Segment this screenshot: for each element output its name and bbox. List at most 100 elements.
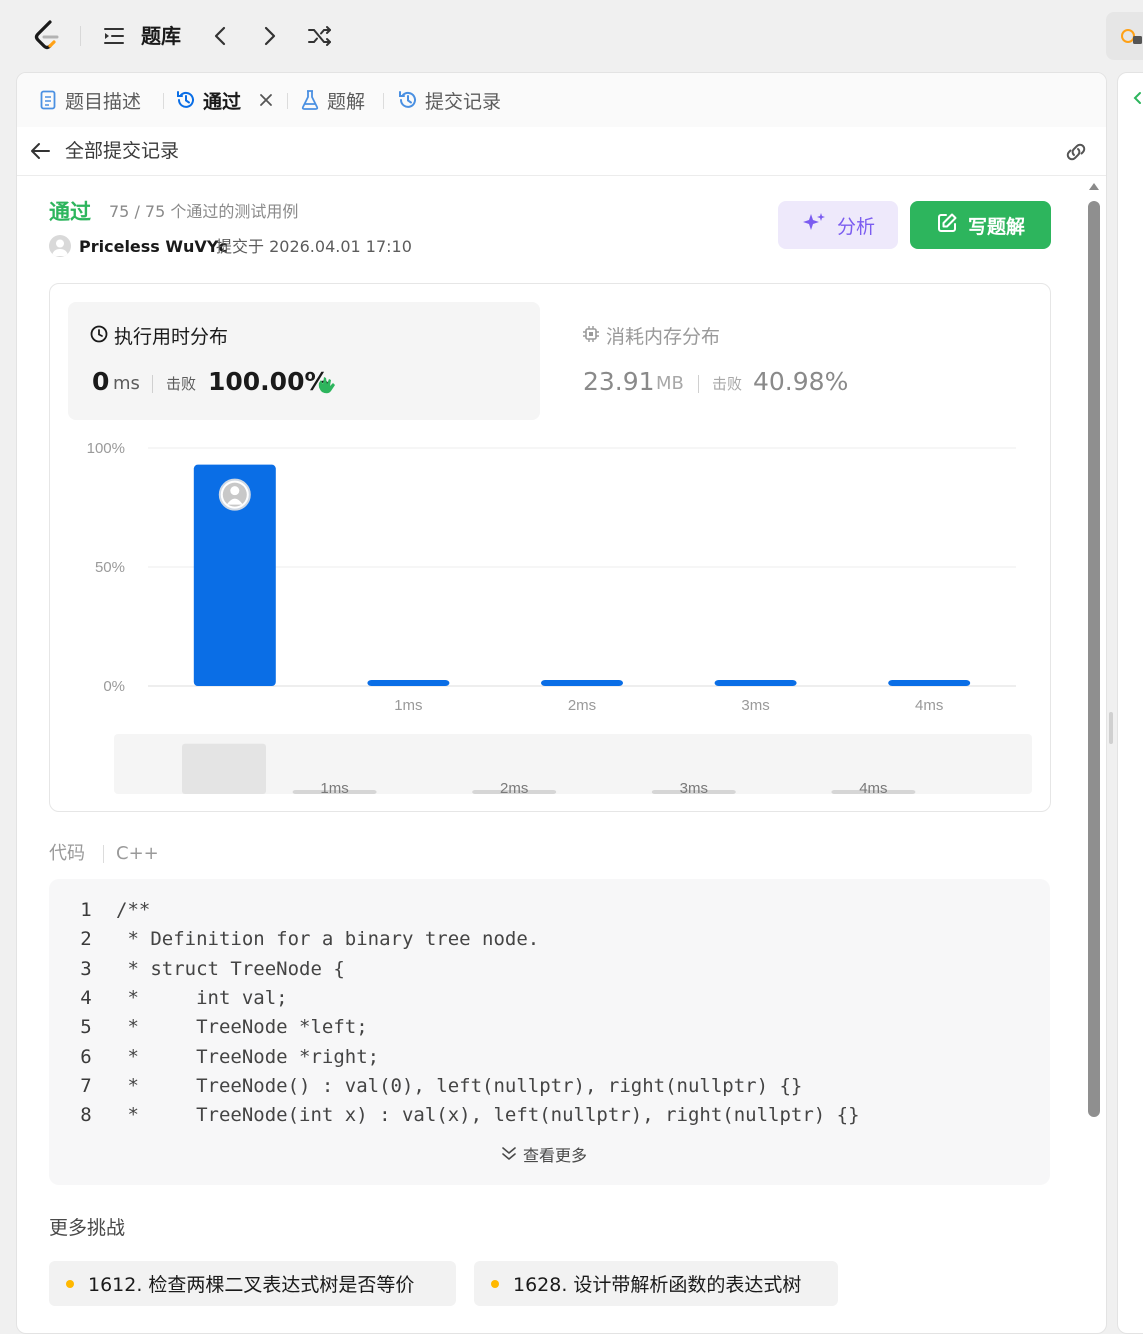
analyze-button[interactable]: 分析 [778, 201, 898, 249]
back-arrow-icon[interactable] [29, 139, 53, 163]
runtime-beat-value: 100.00% [208, 367, 330, 396]
close-tab-icon[interactable] [255, 87, 277, 113]
leetcode-logo-icon[interactable] [30, 18, 66, 54]
difficulty-dot [66, 1279, 74, 1288]
sparkle-icon [801, 211, 827, 240]
code-block[interactable]: 1 /** 2 * Definition for a binary tree nod… [49, 879, 1050, 1185]
avatar[interactable] [49, 235, 71, 257]
all-submissions-title[interactable]: 全部提交记录 [65, 139, 179, 163]
status-badge: 通过 [49, 200, 91, 224]
stat-separator [152, 375, 153, 393]
scroll-up-arrow-icon[interactable] [1089, 183, 1099, 190]
submission-detail-panel: 题目描述 通过 题解 提交记录 全部提交记录 通过 75 / 75 个通过的测试… [16, 72, 1107, 1334]
x-tick-label: 4ms [915, 697, 943, 714]
memory-beat-label: 击败 [712, 375, 743, 393]
analyze-label: 分析 [836, 215, 875, 238]
line-number: 7 [80, 1074, 92, 1097]
write-solution-button[interactable]: 写题解 [910, 201, 1051, 249]
tab-separator [163, 93, 164, 109]
document-icon [37, 89, 59, 111]
double-chevron-down-icon [501, 1145, 517, 1167]
code-text: * TreeNode() : val(0), left(nullptr), ri… [116, 1074, 803, 1097]
chevron-left-icon[interactable] [1132, 91, 1142, 105]
prev-problem-icon[interactable] [206, 22, 234, 50]
bar [888, 680, 971, 686]
line-number: 5 [80, 1016, 92, 1039]
tab-description[interactable]: 题目描述 [37, 86, 141, 114]
write-solution-label: 写题解 [967, 215, 1025, 238]
challenge-item[interactable]: 1612. 检查两棵二叉表达式树是否等价 [49, 1261, 456, 1306]
memory-beat-value: 40.98% [753, 367, 849, 396]
memory-title: 消耗内存分布 [606, 326, 721, 348]
history-icon [397, 89, 419, 111]
y-tick-label: 50% [95, 559, 125, 576]
runtime-value: 0 [92, 367, 110, 396]
runtime-distribution-chart: 100% 50% 0% 1ms 2ms 3ms 4ms 1ms 2ms 3ms 4ms [87, 440, 1032, 797]
tab-separator [287, 93, 288, 109]
panel-resize-handle[interactable] [1109, 712, 1113, 744]
shuffle-icon[interactable] [306, 22, 334, 50]
history-icon [175, 89, 197, 111]
code-separator [103, 845, 104, 863]
code-text: * Definition for a binary tree node. [116, 928, 540, 951]
challenge-title: 1612. 检查两棵二叉表达式树是否等价 [88, 1274, 415, 1296]
y-tick-label: 100% [87, 440, 125, 457]
flask-icon [299, 89, 321, 111]
list-menu-icon[interactable] [100, 22, 128, 50]
challenge-title: 1628. 设计带解析函数的表达式树 [513, 1274, 802, 1296]
code-text: * TreeNode *right; [116, 1045, 380, 1068]
runtime-beat-label: 击败 [166, 375, 197, 393]
problemset-title[interactable]: 题库 [141, 22, 181, 50]
memory-value: 23.91 [583, 367, 655, 396]
tab-solutions[interactable]: 题解 [299, 86, 365, 114]
show-more-button[interactable]: 查看更多 [501, 1145, 587, 1167]
next-problem-icon[interactable] [256, 22, 284, 50]
submit-time: 提交于 2026.04.01 17:10 [216, 237, 412, 256]
debug-button[interactable] [1106, 12, 1143, 60]
tab-accepted-label: 通过 [203, 90, 242, 113]
tab-submissions[interactable]: 提交记录 [397, 86, 501, 114]
tab-solutions-label: 题解 [327, 90, 366, 113]
code-text: /** [116, 899, 151, 921]
line-number: 6 [80, 1045, 92, 1068]
scrollbar-thumb[interactable] [1088, 201, 1100, 1117]
code-label: 代码 [49, 843, 85, 864]
tab-separator [383, 93, 384, 109]
submission-header: 全部提交记录 [17, 127, 1106, 176]
x-tick-label: 1ms [394, 697, 422, 714]
runtime-panel[interactable]: 执行用时分布 0 ms 击败 100.00% [68, 302, 540, 420]
overview-tick-label: 3ms [680, 780, 708, 797]
username[interactable]: Priceless WuVYc [79, 236, 228, 258]
tab-accepted[interactable]: 通过 [175, 86, 241, 114]
line-number: 8 [80, 1104, 92, 1127]
bar [541, 680, 623, 686]
runtime-unit: ms [113, 373, 140, 394]
code-text: * struct TreeNode { [116, 957, 345, 980]
more-challenges-title: 更多挑战 [49, 1217, 126, 1239]
top-nav-bar: 题库 [0, 0, 1143, 72]
share-link-icon[interactable] [1063, 140, 1089, 164]
code-text: * int val; [116, 986, 288, 1009]
show-more-label: 查看更多 [523, 1146, 588, 1165]
bar [367, 680, 450, 686]
edit-icon [936, 212, 958, 239]
overview-bar [182, 743, 266, 794]
tab-submissions-label: 提交记录 [425, 90, 502, 113]
y-tick-label: 0% [103, 678, 125, 695]
stat-separator [698, 375, 699, 393]
line-number: 1 [80, 899, 92, 921]
code-language: C++ [116, 843, 159, 864]
clock-icon [90, 324, 108, 350]
line-number: 3 [80, 957, 92, 980]
memory-unit: MB [656, 373, 684, 394]
tab-description-label: 题目描述 [65, 90, 142, 113]
overview-tick-label: 4ms [859, 780, 887, 797]
challenge-item[interactable]: 1628. 设计带解析函数的表达式树 [474, 1261, 838, 1306]
bar [714, 680, 797, 686]
x-tick-label: 2ms [568, 697, 596, 714]
avatar-marker-head [230, 486, 240, 496]
scrollbar[interactable] [1088, 183, 1100, 1133]
side-panel [1117, 72, 1143, 1334]
memory-title-row[interactable]: 消耗内存分布 [582, 324, 720, 350]
clap-icon [316, 372, 340, 400]
